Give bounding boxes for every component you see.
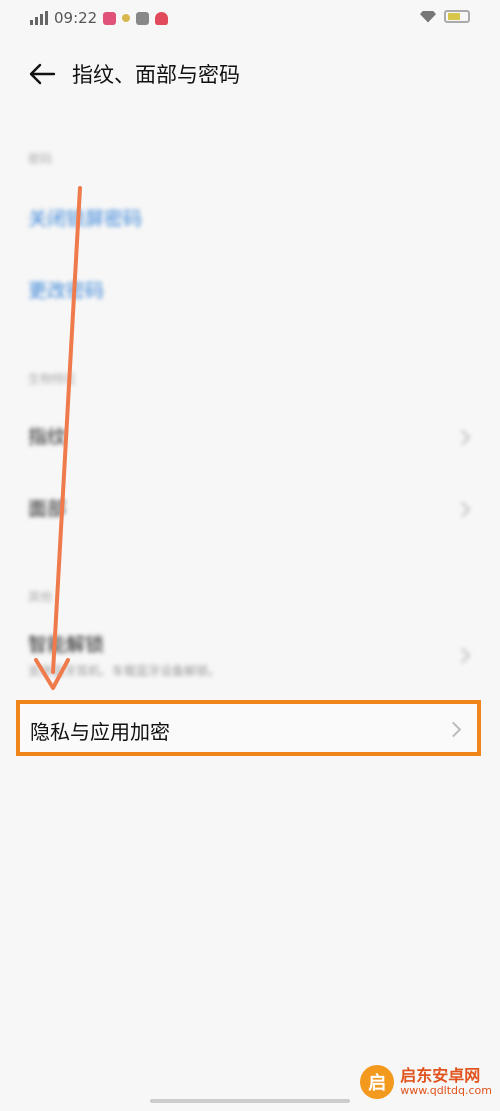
back-arrow-icon[interactable] [26,58,58,90]
watermark-logo-icon: 启 [360,1065,395,1099]
row-change-password[interactable]: 更改密码 [0,262,500,326]
row-label: 更改密码 [28,280,105,302]
row-smart-unlock[interactable]: 智能解锁 支持蓝牙耳机、车载蓝牙设备解锁。 [0,620,500,684]
status-right [420,10,470,23]
section-label-biometrics: 生物特征 [28,372,77,386]
row-disable-lock-password[interactable]: 关闭锁屏密码 [0,190,500,254]
wifi-icon [420,10,436,23]
status-bar: 09:22 [0,0,500,38]
watermark-logo-char: 启 [368,1073,387,1094]
page-title: 指纹、面部与密码 [72,63,240,87]
chevron-right-icon [454,429,471,446]
row-fingerprint[interactable]: 指纹 [0,406,500,470]
row-sublabel: 支持蓝牙耳机、车载蓝牙设备解锁。 [28,664,221,678]
watermark-text: 启东安卓网 www.qdltdq.com [400,1067,492,1097]
watermark-name: 启东安卓网 [400,1066,481,1086]
home-indicator[interactable] [150,1099,350,1103]
status-time: 09:22 [54,9,98,27]
chevron-right-icon [454,501,471,518]
row-label: 智能解锁 [28,634,105,656]
notification-dot-icon [122,14,131,22]
settings-list: 密码 关闭锁屏密码 更改密码 生物特征 指纹 面部 其他 智能解锁 支持蓝牙耳机… [0,120,500,680]
battery-icon [444,10,470,23]
section-label-other: 其他 [28,590,53,604]
chevron-right-icon [445,721,462,738]
chevron-right-icon [454,647,471,664]
status-left: 09:22 [30,9,169,27]
notification-icon [103,11,117,25]
watermark: 启 启东安卓网 www.qdltdq.com [360,1065,492,1099]
row-label: 关闭锁屏密码 [28,208,143,230]
settings-screen: 09:22 指纹、面部与密码 密码 关闭锁屏密码 更改密码 生物特征 指纹 面部… [0,0,500,1111]
signal-icon [30,11,48,25]
row-privacy-app-encryption[interactable]: 隐私与应用加密 [16,700,481,756]
section-label-password: 密码 [28,152,53,166]
page-header: 指纹、面部与密码 [0,44,500,104]
watermark-url: www.qdltdq.com [400,1083,492,1097]
row-label: 隐私与应用加密 [30,720,170,744]
row-face[interactable]: 面部 [0,478,500,542]
row-label: 指纹 [28,426,67,448]
app-icon [136,11,150,25]
heart-icon [155,11,169,25]
row-label: 面部 [28,498,67,520]
